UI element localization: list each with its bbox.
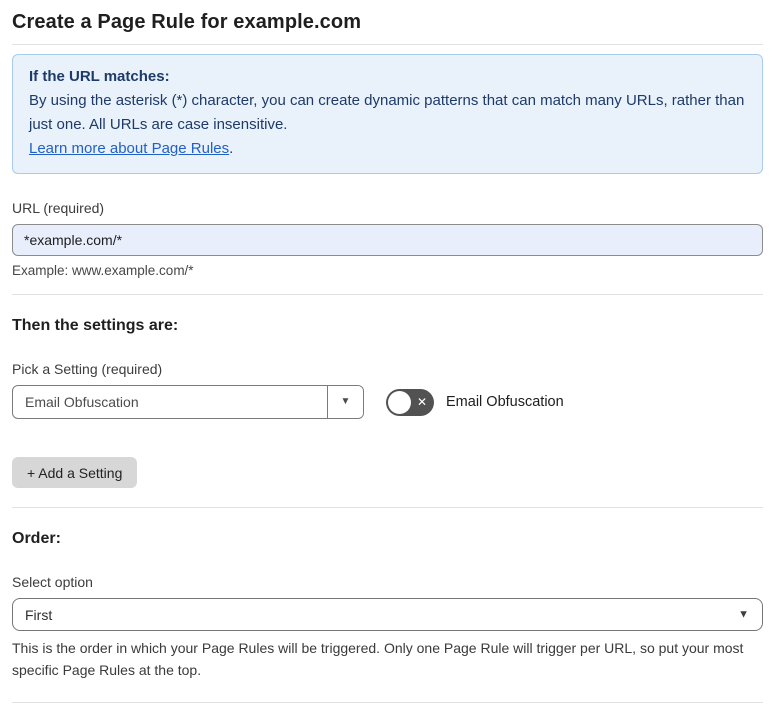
info-box-body: By using the asterisk (*) character, you… (29, 92, 745, 133)
select-option-label: Select option (12, 574, 93, 590)
order-help-text: This is the order in which your Page Rul… (12, 640, 744, 678)
url-example-text: Example: www.example.com/* (12, 263, 194, 278)
settings-section-heading: Then the settings are: (12, 317, 179, 334)
setting-row: Email Obfuscation ▼ ✕ Email Obfuscation (12, 385, 763, 419)
section-divider (12, 294, 763, 295)
url-input[interactable] (12, 224, 763, 256)
chevron-down-icon: ▼ (340, 396, 351, 407)
page-title: Create a Page Rule for example.com (12, 11, 362, 33)
add-setting-button[interactable]: + Add a Setting (12, 457, 138, 488)
email-obfuscation-toggle-group: ✕ Email Obfuscation (386, 388, 564, 416)
title-divider (12, 44, 763, 45)
setting-dropdown-caret-button[interactable]: ▼ (327, 386, 363, 418)
order-select[interactable]: First ▼ (12, 598, 763, 631)
toggle-label: Email Obfuscation (446, 394, 564, 410)
setting-dropdown[interactable]: Email Obfuscation ▼ (12, 385, 364, 419)
email-obfuscation-toggle[interactable]: ✕ (386, 388, 434, 416)
toggle-off-x-icon: ✕ (416, 394, 427, 409)
url-matches-info-box: If the URL matches: By using the asteris… (12, 54, 763, 174)
select-caret-icon: ▼ (738, 608, 749, 620)
footer-divider (12, 702, 763, 703)
section-divider (12, 507, 763, 508)
order-select-value: First (25, 606, 53, 623)
toggle-knob (388, 390, 411, 414)
create-page-rule-panel: Create a Page Rule for example.com If th… (0, 0, 775, 717)
pick-setting-label: Pick a Setting (required) (12, 361, 163, 377)
learn-more-link[interactable]: Learn more about Page Rules (29, 140, 229, 157)
link-suffix: . (229, 140, 234, 157)
url-field-label: URL (required) (12, 200, 105, 216)
info-box-link-line: Learn more about Page Rules. (29, 137, 746, 161)
order-section-heading: Order: (12, 530, 61, 547)
info-box-heading: If the URL matches: (29, 68, 170, 85)
setting-dropdown-value: Email Obfuscation (25, 394, 139, 410)
